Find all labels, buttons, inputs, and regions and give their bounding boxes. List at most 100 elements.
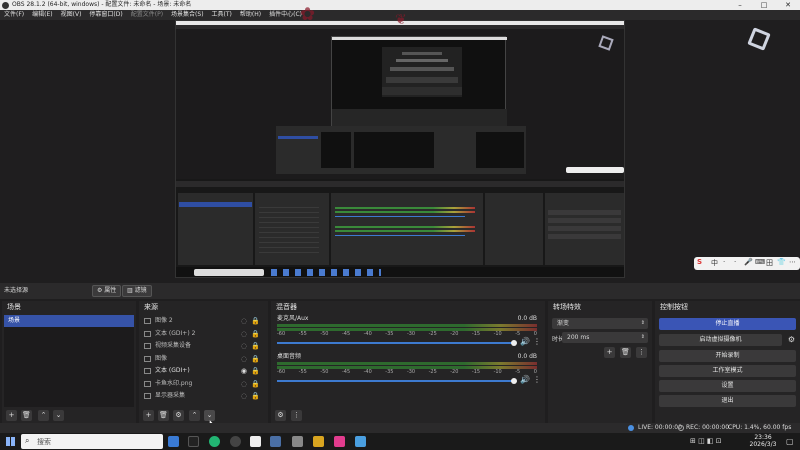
visibility-toggle-icon[interactable]: ◌: [241, 378, 247, 391]
app-bird-icon[interactable]: [270, 436, 281, 447]
obs-taskbar-icon[interactable]: [230, 436, 241, 447]
advanced-audio-button[interactable]: ⚙: [275, 410, 286, 421]
menu-view[interactable]: 视图(V): [61, 11, 82, 18]
source-row[interactable]: 图像 2 ◌ 🔒: [141, 315, 266, 328]
move-up-button[interactable]: ⌃: [189, 410, 200, 421]
window-titlebar: OBS 28.1.2 (64-bit, windows) - 配置文件: 未命名…: [0, 0, 800, 10]
tray-icons[interactable]: ⊞ ◫ ◧ ⊡: [690, 437, 722, 445]
windows-start-icon[interactable]: [6, 437, 15, 446]
filter-icon: ▥: [127, 287, 135, 294]
source-properties-button[interactable]: ⚙: [173, 410, 184, 421]
channel-menu-icon[interactable]: ⋮: [533, 337, 541, 346]
menu-tools[interactable]: 工具(T): [212, 11, 232, 18]
visibility-toggle-icon[interactable]: ◌: [241, 340, 247, 353]
virtual-camera-settings-icon[interactable]: ⚙: [788, 335, 795, 344]
ime-item[interactable]: 中: [711, 258, 718, 268]
visibility-toggle-icon[interactable]: ◉: [241, 365, 247, 378]
menu-plugins[interactable]: 插件中心(C): [269, 11, 302, 18]
properties-button[interactable]: ⚙ 属性: [92, 285, 122, 297]
start-virtual-camera-button[interactable]: 启动虚拟摄像机: [659, 334, 782, 346]
lock-icon[interactable]: 🔒: [251, 328, 260, 341]
menu-profile[interactable]: 配置文件(P): [131, 11, 163, 18]
volume-slider-handle[interactable]: [511, 340, 517, 346]
speaker-icon[interactable]: 🔊: [520, 337, 530, 346]
ime-item[interactable]: 田: [766, 258, 773, 268]
visibility-toggle-icon[interactable]: ◌: [241, 315, 247, 328]
mixer-title: 混音器: [271, 301, 545, 313]
mixer-menu-button[interactable]: ⋮: [291, 410, 302, 421]
menu-scene-collection[interactable]: 场景集合(S): [171, 11, 204, 18]
remove-scene-button[interactable]: 🗑: [21, 410, 32, 421]
source-row[interactable]: 文本 (GDI+) ◉ 🔒: [141, 365, 266, 378]
minimize-button[interactable]: –: [728, 0, 752, 10]
more-icon[interactable]: ⋯: [789, 258, 796, 266]
wechat-icon[interactable]: [209, 436, 220, 447]
app-k-icon[interactable]: [168, 436, 179, 447]
lock-icon[interactable]: 🔒: [251, 378, 260, 391]
duration-input[interactable]: 200 ms ⇕: [562, 332, 648, 343]
remove-transition-button[interactable]: 🗑: [620, 347, 631, 358]
keyboard-icon[interactable]: ⌨: [755, 258, 765, 266]
remove-source-button[interactable]: 🗑: [158, 410, 169, 421]
app-g-icon[interactable]: [188, 436, 199, 447]
visibility-toggle-icon[interactable]: ◌: [241, 353, 247, 366]
source-row[interactable]: 卡鱼水印.png ◌ 🔒: [141, 378, 266, 391]
exit-button[interactable]: 退出: [659, 395, 796, 407]
move-down-button[interactable]: ⌄: [53, 410, 64, 421]
stop-streaming-button[interactable]: 停止直播: [659, 318, 796, 330]
ime-toolbar[interactable]: S 中 · · 🎤 ⌨ 田 👕 ⋯: [694, 257, 800, 270]
add-transition-button[interactable]: +: [604, 347, 615, 358]
ime-item[interactable]: ·: [723, 258, 725, 266]
lock-icon[interactable]: 🔒: [251, 315, 260, 328]
add-scene-button[interactable]: +: [6, 410, 17, 421]
maximize-button[interactable]: □: [752, 0, 776, 10]
start-recording-button[interactable]: 开始录制: [659, 350, 796, 362]
app-l-icon[interactable]: [313, 436, 324, 447]
source-row[interactable]: 视频采集设备 ◌ 🔒: [141, 340, 266, 353]
mixer-channel: 麦克风/Aux 0.0 dB -60 -55 -50 -45 -40 -35 -30 -25-…: [273, 315, 543, 353]
taskbar-search[interactable]: ⌕ 搜索: [21, 434, 163, 449]
ime-item[interactable]: ·: [734, 258, 736, 266]
menu-docks[interactable]: 停靠窗口(D): [89, 11, 122, 18]
lock-icon[interactable]: 🔒: [251, 353, 260, 366]
clock-date[interactable]: 2026/3/3: [748, 441, 778, 448]
app-heart-icon[interactable]: [355, 436, 366, 447]
mic-icon[interactable]: 🎤: [744, 258, 753, 266]
preview-nested-capture: [175, 20, 625, 278]
source-row[interactable]: 图像 ◌ 🔒: [141, 353, 266, 366]
studio-mode-button[interactable]: 工作室模式: [659, 365, 796, 377]
scene-item[interactable]: 场景: [4, 315, 134, 327]
scenes-title: 场景: [2, 301, 136, 313]
lock-icon[interactable]: 🔒: [251, 365, 260, 378]
transition-menu-button[interactable]: ⋮: [636, 347, 647, 358]
status-bar: LIVE: 00:00:00 REC: 00:00:00 CPU: 1.4%, …: [0, 423, 800, 433]
source-row[interactable]: 显示器采集 ◌ 🔒: [141, 390, 266, 403]
app-penguin-icon[interactable]: [250, 436, 261, 447]
visibility-toggle-icon[interactable]: ◌: [241, 390, 247, 403]
close-button[interactable]: ✕: [776, 0, 800, 10]
skin-icon[interactable]: 👕: [777, 258, 786, 266]
speaker-icon[interactable]: 🔊: [520, 375, 530, 384]
move-up-button[interactable]: ⌃: [38, 410, 49, 421]
menu-edit[interactable]: 编辑(E): [32, 11, 52, 18]
clock-time[interactable]: 23:36: [748, 434, 778, 441]
channel-menu-icon[interactable]: ⋮: [533, 375, 541, 384]
visibility-toggle-icon[interactable]: ◌: [241, 328, 247, 341]
volume-slider[interactable]: [277, 342, 515, 344]
volume-slider[interactable]: [277, 380, 515, 382]
volume-slider-handle[interactable]: [511, 378, 517, 384]
transition-select[interactable]: 渐变 ⇕: [552, 318, 648, 329]
source-toolbar: 未选择源 ⚙ 属性 ▥ 滤镜: [0, 283, 800, 299]
source-row[interactable]: 文本 (GDI+) 2 ◌ 🔒: [141, 328, 266, 341]
lock-icon[interactable]: 🔒: [251, 340, 260, 353]
filters-button[interactable]: ▥ 滤镜: [122, 285, 152, 297]
app-folder-icon[interactable]: [292, 436, 303, 447]
menu-file[interactable]: 文件(F): [4, 11, 24, 18]
app-pink-icon[interactable]: [334, 436, 345, 447]
cpu-fps: CPU: 1.4%, 60.00 fps: [728, 424, 792, 431]
settings-button[interactable]: 设置: [659, 380, 796, 392]
lock-icon[interactable]: 🔒: [251, 390, 260, 403]
notification-icon[interactable]: ▢: [786, 437, 794, 446]
menu-help[interactable]: 帮助(H): [240, 11, 261, 18]
add-source-button[interactable]: +: [143, 410, 154, 421]
